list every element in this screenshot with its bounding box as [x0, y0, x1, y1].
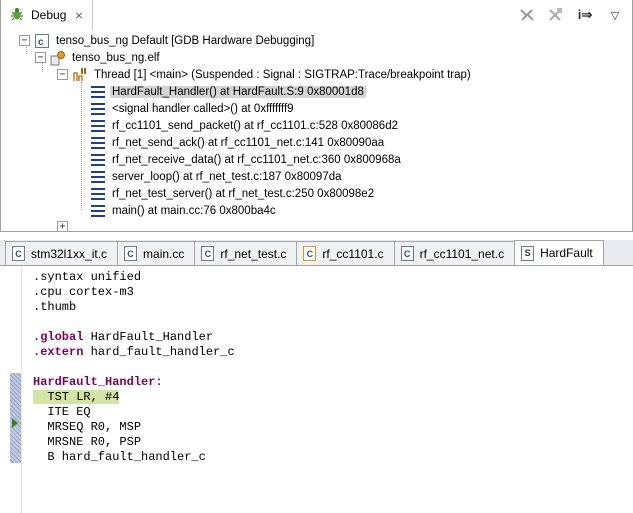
stack-frame-icon	[91, 170, 105, 183]
tab-debug[interactable]: Debug ⨯	[1, 0, 93, 30]
editor-tab-bar: C stm32l1xx_it.c C main.cc C rf_net_test…	[0, 240, 633, 266]
code-line: .cpu cortex-m3	[33, 285, 134, 299]
stack-frame-icon	[91, 119, 105, 132]
asm-file-icon: S	[521, 245, 535, 261]
stack-frame-icon	[91, 102, 105, 115]
c-file-icon: C	[124, 246, 138, 261]
current-instruction-highlight: TST LR, #4	[33, 390, 120, 404]
launch-config-icon: c	[34, 33, 50, 49]
thread-suspended-icon	[72, 67, 88, 83]
editor-tab-label: main.cc	[143, 246, 185, 261]
collapse-icon[interactable]: −	[35, 52, 46, 63]
collapse-icon[interactable]: −	[19, 35, 30, 46]
tree-thread-row[interactable]: − Thread [1] <main> (Suspended : Signal …	[57, 66, 473, 83]
code-line: MRSNE R0, PSP	[33, 435, 142, 449]
stack-frame-icon	[91, 85, 105, 98]
process-icon	[50, 50, 66, 66]
stack-frame-row[interactable]: server_loop() at rf_net_test.c:187 0x800…	[91, 168, 344, 185]
thread-label: Thread [1] <main> (Suspended : Signal : …	[94, 68, 471, 81]
stack-frame-label: rf_net_receive_data() at rf_cc1101_net.c…	[112, 153, 401, 166]
code-line: ITE EQ	[33, 405, 91, 419]
stack-frame-row[interactable]: rf_net_send_ack() at rf_cc1101_net.c:141…	[91, 134, 386, 151]
stack-frame-row[interactable]: HardFault_Handler() at HardFault.S:9 0x8…	[91, 83, 366, 100]
c-file-icon: C	[400, 246, 414, 261]
debug-bug-icon	[9, 6, 25, 25]
tree-next-row[interactable]: +	[57, 218, 72, 231]
svg-text:c: c	[38, 37, 44, 48]
remove-terminated-icon[interactable]	[546, 6, 564, 24]
editor-tab-active[interactable]: S HardFault	[514, 240, 604, 265]
c-file-icon: C	[201, 246, 215, 261]
debug-view-header: Debug ⨯ i⇒ ▽	[1, 0, 632, 30]
tab-debug-label: Debug	[31, 8, 67, 22]
tree-process-row[interactable]: − tenso_bus_ng.elf	[35, 49, 162, 66]
editor-tab[interactable]: C rf_cc1101.c	[296, 241, 395, 265]
debug-view: Debug ⨯ i⇒ ▽ − c tenso_bus_ng Default [G…	[0, 0, 633, 232]
stack-frame-icon	[91, 136, 105, 149]
c-file-icon: C	[12, 246, 25, 261]
process-label: tenso_bus_ng.elf	[72, 51, 160, 64]
code-line: B hard_fault_handler_c	[33, 450, 206, 464]
editor-tab[interactable]: C main.cc	[117, 241, 196, 265]
stack-frame-label: server_loop() at rf_net_test.c:187 0x800…	[112, 170, 342, 183]
code-line: .thumb	[33, 300, 77, 314]
code-label-line: HardFault_Handler:	[33, 375, 163, 389]
c-file-warning-icon: C	[303, 246, 317, 261]
launch-label: tenso_bus_ng Default [GDB Hardware Debug…	[56, 34, 315, 47]
editor-tab[interactable]: C stm32l1xx_it.c	[5, 241, 119, 265]
editor-gutter	[0, 266, 22, 513]
editor-tab-label: rf_cc1101_net.c	[419, 246, 505, 261]
editor-area: C stm32l1xx_it.c C main.cc C rf_net_test…	[0, 240, 633, 513]
stack-frame-icon	[91, 187, 105, 200]
code-text: HardFault_Handler	[83, 330, 214, 344]
stack-frame-row[interactable]: main() at main.cc:76 0x800ba4c	[91, 202, 278, 219]
stack-frame-row[interactable]: rf_net_receive_data() at rf_cc1101_net.c…	[91, 151, 403, 168]
directive-keyword: .global	[33, 330, 84, 344]
stack-frame-icon	[91, 153, 105, 166]
stack-frame-label: <signal handler called>() at 0xfffffff9	[112, 102, 294, 115]
instruction-pointer-icon	[12, 418, 18, 428]
stack-frame-label: rf_net_test_server() at rf_net_test.c:25…	[112, 187, 375, 200]
expand-icon[interactable]: +	[57, 221, 68, 231]
code-editor[interactable]: .syntax unified .cpu cortex-m3 .thumb .g…	[33, 270, 235, 465]
stack-frame-label: rf_cc1101_send_packet() at rf_cc1101.c:5…	[112, 119, 398, 132]
close-icon[interactable]: ⨯	[74, 9, 83, 22]
tree-launch-row[interactable]: − c tenso_bus_ng Default [GDB Hardware D…	[19, 32, 316, 49]
stack-frame-row[interactable]: rf_cc1101_send_packet() at rf_cc1101.c:5…	[91, 117, 400, 134]
code-line: .global HardFault_Handler	[33, 330, 235, 345]
step-mode-icon[interactable]: i⇒	[574, 6, 596, 24]
view-menu-icon[interactable]: ▽	[606, 6, 624, 24]
editor-tab-label: rf_net_test.c	[220, 246, 287, 261]
stack-frame-label: main() at main.cc:76 0x800ba4c	[112, 204, 276, 217]
editor-tab[interactable]: C rf_cc1101_net.c	[393, 241, 516, 265]
editor-tab-label: HardFault	[540, 246, 593, 260]
stack-frame-label: rf_net_send_ack() at rf_cc1101_net.c:141…	[112, 136, 385, 149]
stack-frame-icon	[91, 204, 105, 217]
stack-frame-row[interactable]: <signal handler called>() at 0xfffffff9	[91, 100, 296, 117]
code-line: .extern hard_fault_handler_c	[33, 345, 235, 360]
directive-keyword: .extern	[33, 345, 84, 359]
code-line-current: TST LR, #4	[33, 390, 235, 405]
debug-toolbar: i⇒ ▽	[518, 6, 624, 24]
editor-tab[interactable]: C rf_net_test.c	[194, 241, 298, 265]
editor-tab-label: rf_cc1101.c	[322, 246, 384, 261]
code-line: MRSEQ R0, MSP	[33, 420, 142, 434]
code-line: .syntax unified	[33, 270, 142, 284]
stack-frame-label: HardFault_Handler() at HardFault.S:9 0x8…	[110, 85, 366, 98]
disconnect-icon[interactable]	[518, 6, 536, 24]
collapse-icon[interactable]: −	[57, 69, 68, 80]
editor-tab-label: stm32l1xx_it.c	[31, 246, 108, 261]
stack-frame-row[interactable]: rf_net_test_server() at rf_net_test.c:25…	[91, 185, 376, 202]
code-text: hard_fault_handler_c	[83, 345, 235, 359]
